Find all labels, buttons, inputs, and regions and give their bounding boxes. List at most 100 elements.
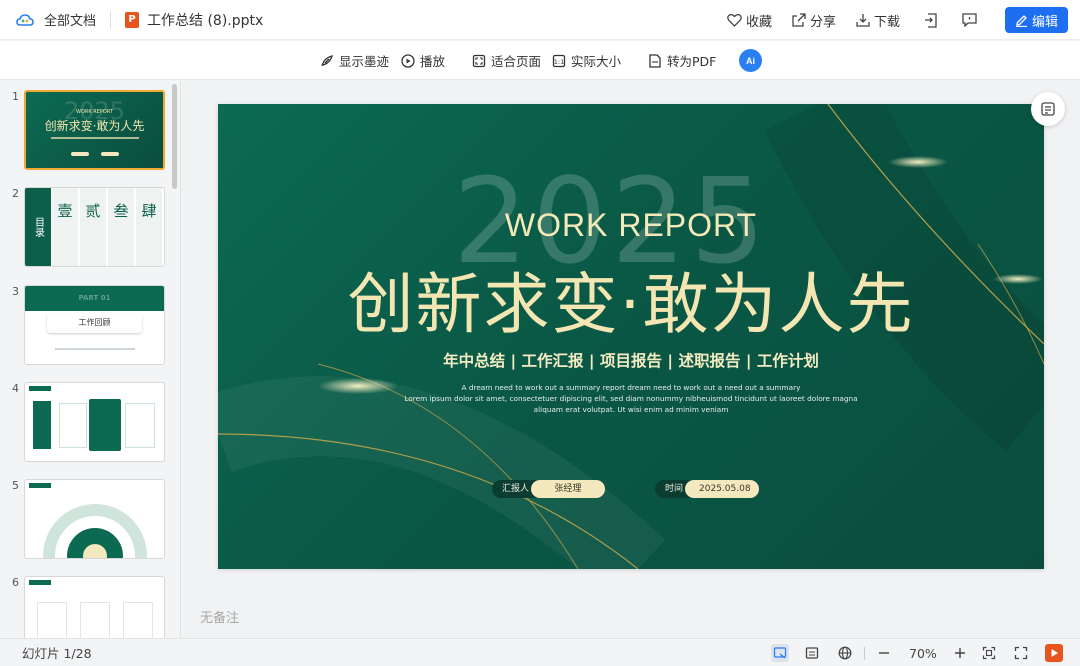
fit-window-button[interactable] [980, 644, 998, 662]
thumb-number: 1 [12, 90, 19, 103]
ai-assistant-button[interactable]: Ai [739, 49, 762, 72]
fit-page-button[interactable]: 适合页面 [472, 41, 541, 80]
thumbnail-5[interactable]: 5 [0, 479, 175, 563]
globe-icon [838, 646, 852, 660]
slide-desc-line-2: Lorem ipsum dolor sit amet, consectetuer… [404, 394, 858, 403]
status-bar: 幻灯片 1/28 70% [0, 638, 1080, 666]
thumbnail-4[interactable]: 4 [0, 382, 175, 466]
ai-icon: Ai [746, 55, 755, 66]
thumb-char: 贰 [80, 188, 106, 266]
view-toolbar: 显示墨迹 播放 适合页面 1:1 实际大小 转为PDF Ai [0, 41, 1080, 80]
thumbnail-preview: 2025 WORK REPORT 创新求变·敢为人先 [24, 90, 165, 170]
actual-size-icon: 1:1 [552, 54, 566, 67]
to-pdf-label: 转为PDF [667, 54, 717, 69]
notes-view-icon [805, 647, 819, 659]
svg-text:1:1: 1:1 [554, 58, 564, 66]
thumbnail-preview [24, 576, 165, 638]
slideshow-button[interactable] [1045, 644, 1063, 662]
notes-panel-icon [1041, 102, 1055, 116]
comment-button[interactable] [962, 13, 977, 27]
download-button[interactable]: 下载 [856, 11, 900, 30]
thumb-number: 2 [12, 187, 19, 200]
export-button[interactable] [924, 12, 938, 28]
thumb-title: 创新求变·敢为人先 [44, 119, 145, 133]
slide-title: 创新求变·敢为人先 [347, 266, 915, 343]
thumbnail-3[interactable]: 3 PART 01 工作回顾 [0, 285, 175, 369]
file-name: 工作总结 (8).pptx [147, 12, 264, 29]
web-view-button[interactable] [836, 644, 854, 662]
share-label: 分享 [809, 14, 836, 30]
reporter-name: 张经理 [531, 480, 606, 498]
pptx-file-icon: P [125, 11, 140, 28]
thumb-number: 5 [12, 479, 19, 492]
zoom-out-button[interactable] [875, 644, 893, 662]
thumb-number: 6 [12, 576, 19, 589]
thumb-char: 叁 [108, 188, 134, 266]
play-label: 播放 [420, 54, 446, 69]
favorite-label: 收藏 [745, 14, 772, 30]
download-icon [856, 14, 870, 27]
top-bar: 全部文档 P 工作总结 (8).pptx 收藏 分享 下载 编辑 [0, 0, 1080, 40]
fullscreen-icon [1014, 646, 1028, 660]
normal-view-icon [773, 647, 787, 659]
pdf-icon [649, 53, 661, 68]
slide-notes[interactable]: 无备注 [200, 607, 239, 626]
reporter-pill: 汇报人 张经理 [492, 480, 606, 498]
thumb-number: 3 [12, 285, 19, 298]
thumb-char: 肆 [136, 188, 162, 266]
notes-view-button[interactable] [803, 644, 821, 662]
fit-page-icon [472, 54, 486, 67]
divider [110, 11, 112, 28]
ink-icon [321, 54, 333, 66]
thumbnail-2[interactable]: 2 目录 壹 贰 叁 肆 [0, 187, 175, 271]
to-pdf-button[interactable]: 转为PDF [648, 41, 716, 80]
slide-subtitle: 年中总结 | 工作汇报 | 项目报告 | 述职报告 | 工作计划 [443, 352, 819, 370]
favorite-button[interactable]: 收藏 [727, 11, 772, 30]
export-icon [924, 12, 937, 28]
thumbnail-preview [24, 479, 165, 559]
pencil-icon [1015, 14, 1027, 27]
edit-button[interactable]: 编辑 [1004, 7, 1068, 33]
thumb-title: 工作回顾 [47, 313, 142, 333]
zoom-level[interactable]: 70% [909, 646, 937, 661]
slide-thumbnail-panel: 1 2025 WORK REPORT 创新求变·敢为人先 2 目录 壹 贰 叁 … [0, 81, 181, 638]
share-icon [792, 13, 806, 27]
thumbnail-6[interactable]: 6 [0, 576, 175, 638]
plus-icon [955, 648, 965, 658]
fit-page-label: 适合页面 [491, 54, 542, 69]
thumbnail-preview: PART 01 工作回顾 [24, 285, 165, 365]
download-label: 下载 [873, 14, 900, 30]
slide-desc-line-3: aliquam erat volutpat. Ut wisi enim ad m… [533, 405, 729, 414]
thumb-toc: 目录 [25, 188, 51, 266]
slide-1: 2025 WORK REPORT 创新求变·敢为人先 年中总结 | 工作汇报 |… [218, 104, 1044, 569]
heart-icon [727, 13, 742, 27]
fit-window-icon [982, 646, 996, 660]
thumb-number: 4 [12, 382, 19, 395]
fullscreen-button[interactable] [1012, 644, 1030, 662]
thumb-part: PART 01 [78, 294, 111, 302]
minus-icon [879, 652, 889, 654]
thumbnail-1[interactable]: 1 2025 WORK REPORT 创新求变·敢为人先 [0, 90, 175, 174]
normal-view-button[interactable] [771, 644, 789, 662]
actual-size-button[interactable]: 1:1 实际大小 [552, 41, 621, 80]
slide-work-report: WORK REPORT [504, 207, 758, 243]
comment-icon [962, 13, 977, 27]
actual-size-label: 实际大小 [571, 54, 622, 69]
thumbnail-scrollbar[interactable] [172, 84, 177, 189]
slide-desc-line-1: A dream need to work out a summary repor… [461, 383, 801, 392]
slideshow-play-icon [1051, 649, 1058, 657]
thumbnail-preview: 目录 壹 贰 叁 肆 [24, 187, 165, 267]
share-button[interactable]: 分享 [792, 11, 836, 30]
all-docs-link[interactable]: 全部文档 [44, 10, 96, 29]
edit-label: 编辑 [1031, 14, 1058, 30]
play-button[interactable]: 播放 [401, 41, 445, 80]
show-ink-label: 显示墨迹 [339, 54, 390, 69]
slide-tools-button[interactable] [1031, 92, 1065, 126]
slide-date: 2025.05.08 [685, 480, 760, 498]
thumb-sub: WORK REPORT [76, 109, 113, 115]
zoom-in-button[interactable] [951, 644, 969, 662]
thumbnail-preview [24, 382, 165, 462]
cloud-icon[interactable] [16, 13, 34, 27]
show-ink-button[interactable]: 显示墨迹 [320, 41, 389, 80]
thumb-char: 壹 [52, 188, 78, 266]
